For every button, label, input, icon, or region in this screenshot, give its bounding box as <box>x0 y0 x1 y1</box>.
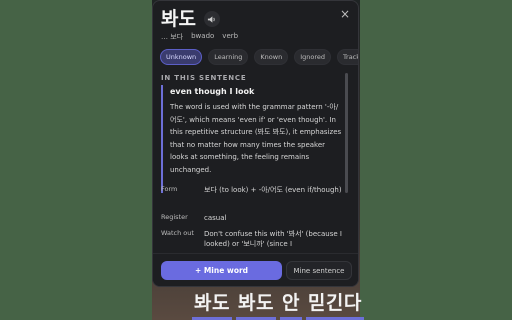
field-label: Watch out <box>161 229 194 237</box>
field-watch-out: Watch out Don't confuse this with '봐서' (… <box>161 229 346 248</box>
explanation-title: even though I look <box>170 87 255 96</box>
tab-unknown[interactable]: Unknown <box>160 49 203 65</box>
subtitle-word[interactable]: 봐도 <box>235 292 276 320</box>
section-heading: IN THIS SENTENCE <box>161 74 247 82</box>
popup-footer: + Mine word Mine sentence <box>153 253 358 286</box>
field-form: Form 보다 (to look) + -아/어도 (even if/thoug… <box>161 185 346 195</box>
tab-known[interactable]: Known <box>254 49 289 65</box>
field-value: casual <box>204 214 227 222</box>
subtitle-word[interactable]: 안 <box>279 292 302 320</box>
subtitle-word[interactable]: 봐도 <box>192 292 232 320</box>
mine-word-button[interactable]: + Mine word <box>161 261 282 280</box>
scrollbar[interactable] <box>345 73 348 193</box>
speaker-icon[interactable] <box>203 11 220 27</box>
word-meta: … 보다 bwado verb <box>161 32 238 42</box>
word-title: 봐도 <box>161 8 196 30</box>
tab-tracked[interactable]: Tracked <box>337 49 358 65</box>
field-label: Register <box>161 213 188 221</box>
romanization: bwado <box>191 32 215 40</box>
dictionary-form: … 보다 <box>161 33 184 41</box>
word-popup: × 봐도 … 보다 bwado verb Unknown Learning Kn… <box>152 0 359 287</box>
explanation-block: even though I look The word is used with… <box>161 85 341 193</box>
part-of-speech: verb <box>222 32 239 40</box>
close-icon[interactable]: × <box>340 7 350 21</box>
field-label: Form <box>161 185 178 193</box>
status-tabs: Unknown Learning Known Ignored Tracked <box>160 49 358 65</box>
field-register: Register casual <box>161 213 346 223</box>
tab-learning[interactable]: Learning <box>208 49 249 65</box>
explanation-body: The word is used with the grammar patter… <box>170 103 342 174</box>
tab-ignored[interactable]: Ignored <box>294 49 331 65</box>
field-value: Don't confuse this with '봐서' (because I … <box>204 230 342 248</box>
popup-header: 봐도 <box>161 7 220 31</box>
field-value: 보다 (to look) + -아/어도 (even if/though) <box>204 186 342 194</box>
popup-content[interactable]: IN THIS SENTENCE even though I look The … <box>153 68 358 248</box>
subtitle-line: 봐도 봐도 안 믿긴다 <box>192 290 364 320</box>
mine-sentence-button[interactable]: Mine sentence <box>286 261 352 280</box>
subtitle-word[interactable]: 믿긴다 <box>305 292 364 320</box>
